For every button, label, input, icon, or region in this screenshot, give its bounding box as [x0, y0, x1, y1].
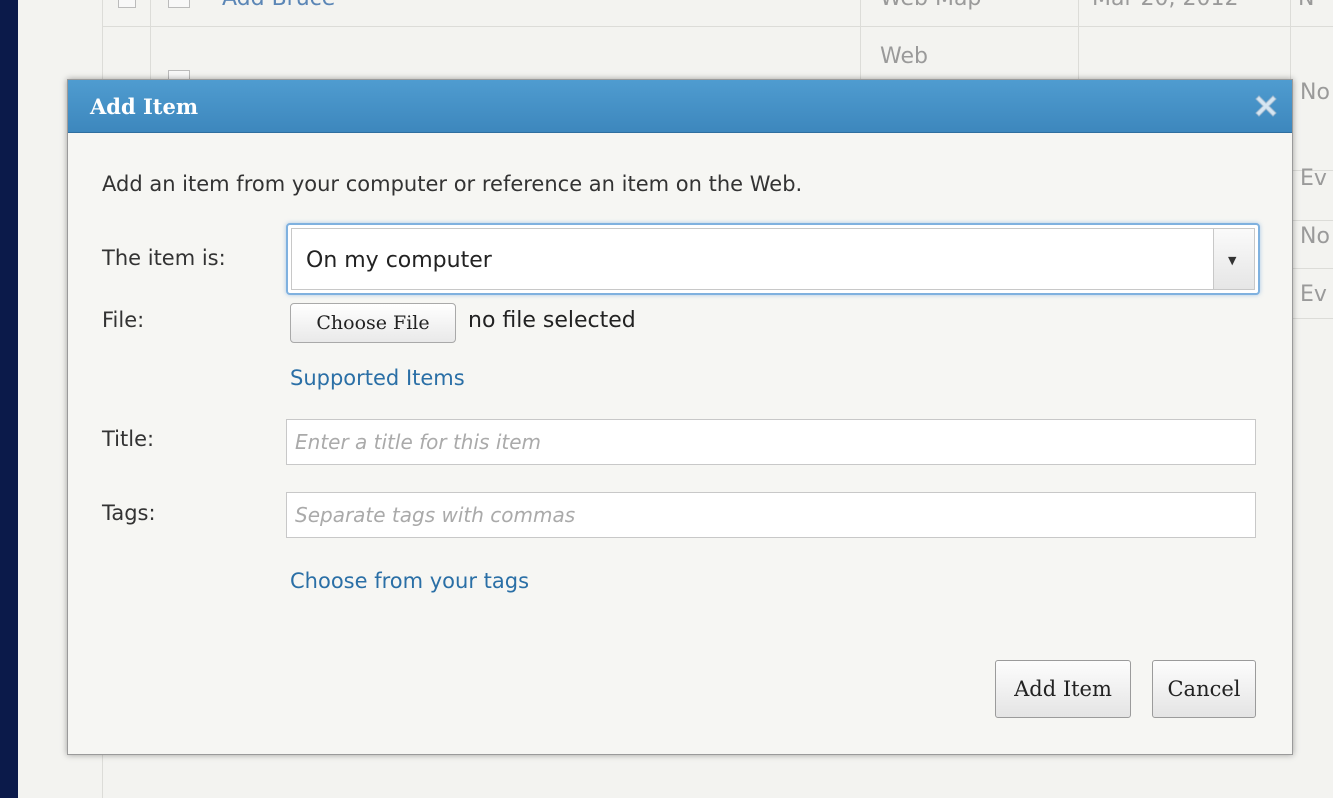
add-item-dialog: Add Item Add an item from your computer … [67, 79, 1293, 755]
tags-label: Tags: [102, 501, 156, 525]
table-column-line [860, 0, 861, 80]
row-type: Web Map [880, 0, 981, 11]
web-map-icon [168, 0, 190, 8]
row-type: Web [880, 44, 928, 69]
table-column-line [1078, 0, 1079, 80]
dialog-title: Add Item [90, 94, 199, 119]
table-divider [102, 26, 1333, 27]
choose-file-button[interactable]: Choose File [290, 303, 456, 343]
row-checkbox[interactable] [118, 0, 136, 8]
dialog-title-bar[interactable]: Add Item [68, 80, 1292, 133]
add-item-button[interactable]: Add Item [995, 660, 1131, 718]
table-divider [1293, 220, 1333, 221]
dialog-intro-text: Add an item from your computer or refere… [102, 172, 803, 196]
row-side-label: Ev [1300, 282, 1327, 307]
supported-items-link[interactable]: Supported Items [290, 366, 465, 390]
close-icon[interactable] [1252, 92, 1280, 120]
select-box[interactable]: On my computer ▼ [291, 228, 1255, 290]
item-is-label: The item is: [102, 246, 226, 270]
table-divider [1293, 268, 1333, 269]
file-status-text: no file selected [468, 308, 636, 333]
cancel-button[interactable]: Cancel [1152, 660, 1256, 718]
selected-value: On my computer [306, 248, 492, 273]
row-side-label: No [1300, 224, 1330, 249]
file-label: File: [102, 308, 145, 332]
choose-tags-link[interactable]: Choose from your tags [290, 569, 529, 593]
title-placeholder: Enter a title for this item [295, 430, 542, 454]
row-extra: No [1300, 80, 1330, 105]
title-input[interactable]: Enter a title for this item [286, 419, 1256, 465]
row-extra: N [1298, 0, 1314, 11]
caret-down-icon[interactable]: ▼ [1213, 229, 1254, 289]
table-column-line [150, 0, 151, 80]
row-date: Mar 20, 2012 [1092, 0, 1238, 11]
tags-placeholder: Separate tags with commas [295, 503, 576, 527]
table-divider [1293, 318, 1333, 319]
row-title-link[interactable]: Add Bruce [222, 0, 335, 11]
item-source-select[interactable]: On my computer ▼ [286, 223, 1260, 295]
title-label: Title: [102, 427, 155, 451]
tags-input[interactable]: Separate tags with commas [286, 492, 1256, 538]
row-side-label: Ev [1300, 166, 1327, 191]
